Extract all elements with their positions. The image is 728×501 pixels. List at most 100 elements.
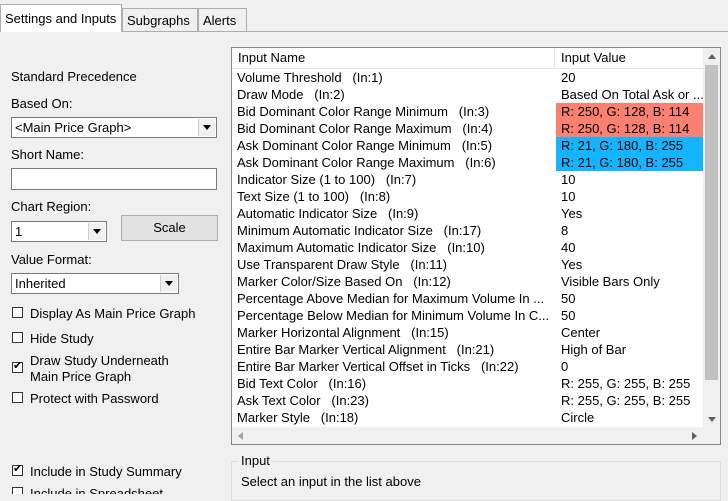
checkbox-box[interactable]: ✔ xyxy=(12,463,23,476)
input-value-cell[interactable]: R: 250, G: 128, B: 114 xyxy=(556,120,704,137)
table-row[interactable]: Indicator Size (1 to 100) (In:7) 10 xyxy=(232,171,704,188)
table-row[interactable]: Bid Text Color (In:16) R: 255, G: 255, B:… xyxy=(232,375,704,392)
input-value-cell[interactable]: 20 xyxy=(556,69,704,86)
scroll-thumb[interactable] xyxy=(705,65,718,380)
check-mark-icon: ✔ xyxy=(13,360,23,372)
checkbox-box[interactable]: ✔ xyxy=(12,360,23,373)
table-row[interactable]: Maximum Automatic Indicator Size (In:10)… xyxy=(232,239,704,256)
input-name-cell: Automatic Indicator Size (In:9) xyxy=(237,206,419,221)
input-name-cell: Bid Dominant Color Range Maximum (In:4) xyxy=(237,121,493,136)
input-value-cell[interactable]: Based On Total Ask or ... xyxy=(556,86,704,103)
value-format-select[interactable]: Inherited xyxy=(11,273,179,294)
scroll-right-icon[interactable] xyxy=(692,432,697,440)
input-value-cell[interactable]: R: 21, G: 180, B: 255 xyxy=(556,137,704,154)
input-value-cell[interactable]: 50 xyxy=(556,307,704,324)
input-name-cell: Bid Dominant Color Range Minimum (In:3) xyxy=(237,104,490,119)
checkbox-label: Hide Study xyxy=(30,331,94,346)
input-name-cell: Marker Color/Size Based On (In:12) xyxy=(237,274,451,289)
tab-alerts[interactable]: Alerts xyxy=(198,8,247,31)
table-row[interactable]: Marker Style (In:18) Circle xyxy=(232,409,704,426)
display-as-main-price-graph-checkbox[interactable]: Display As Main Price Graph xyxy=(12,306,222,322)
scrollbar-corner xyxy=(703,427,720,444)
checkbox-box[interactable] xyxy=(12,392,23,403)
table-row[interactable]: Minimum Automatic Indicator Size (In:17)… xyxy=(232,222,704,239)
column-header-input-value[interactable]: Input Value xyxy=(555,48,704,68)
vertical-scrollbar[interactable] xyxy=(703,48,720,428)
input-hint: Select an input in the list above xyxy=(241,474,421,489)
hide-study-checkbox[interactable]: Hide Study xyxy=(12,331,222,347)
protect-with-password-checkbox[interactable]: Protect with Password xyxy=(12,391,222,407)
input-name-cell: Percentage Below Median for Minimum Volu… xyxy=(237,308,550,323)
input-value-cell[interactable]: Circle xyxy=(556,409,704,426)
chevron-down-icon[interactable] xyxy=(160,275,177,292)
table-row[interactable]: Entire Bar Marker Vertical Offset in Tic… xyxy=(232,358,704,375)
table-row[interactable]: Bid Dominant Color Range Maximum (In:4) R… xyxy=(232,120,704,137)
based-on-select[interactable]: <Main Price Graph> xyxy=(11,117,217,138)
checkbox-label: Include in Spreadsheet xyxy=(30,486,163,494)
input-name-cell: Draw Mode (In:2) xyxy=(237,87,345,102)
horizontal-scrollbar[interactable] xyxy=(232,427,703,444)
include-in-spreadsheet-checkbox[interactable]: Include in Spreadsheet xyxy=(12,486,222,494)
column-header-input-name[interactable]: Input Name xyxy=(232,48,555,68)
input-value-cell[interactable]: Visible Bars Only xyxy=(556,273,704,290)
inputs-list[interactable]: Input Name Input Value Volume Threshold … xyxy=(231,47,721,445)
tab-subgraphs[interactable]: Subgraphs xyxy=(122,8,198,31)
checkbox-box[interactable] xyxy=(12,332,23,343)
input-value-cell[interactable]: R: 255, G: 255, B: 255 xyxy=(556,392,704,409)
checkbox-box[interactable] xyxy=(12,307,23,318)
input-value-cell[interactable]: R: 21, G: 180, B: 255 xyxy=(556,154,704,171)
table-row[interactable]: Draw Mode (In:2) Based On Total Ask or ..… xyxy=(232,86,704,103)
checkbox-label: Include in Study Summary xyxy=(30,464,182,479)
scale-button[interactable]: Scale xyxy=(121,215,218,241)
input-value-cell[interactable]: 10 xyxy=(556,188,704,205)
table-row[interactable]: Percentage Above Median for Maximum Volu… xyxy=(232,290,704,307)
input-name-cell: Bid Text Color (In:16) xyxy=(237,376,367,391)
input-name-cell: Minimum Automatic Indicator Size (In:17) xyxy=(237,223,482,238)
table-row[interactable]: Automatic Indicator Size (In:9) Yes xyxy=(232,205,704,222)
input-name-cell: Entire Bar Marker Vertical Offset in Tic… xyxy=(237,359,519,374)
chart-region-select[interactable]: 1 xyxy=(11,221,107,242)
input-name-cell: Indicator Size (1 to 100) (In:7) xyxy=(237,172,417,187)
input-groupbox: Input Select an input in the list above xyxy=(231,453,721,501)
table-row[interactable]: Use Transparent Draw Style (In:11) Yes xyxy=(232,256,704,273)
input-name-cell: Use Transparent Draw Style (In:11) xyxy=(237,257,448,272)
input-name-cell: Ask Dominant Color Range Minimum (In:5) xyxy=(237,138,493,153)
value-format-value: Inherited xyxy=(15,276,66,291)
input-value-cell[interactable]: Center xyxy=(556,324,704,341)
input-value-cell[interactable]: R: 255, G: 255, B: 255 xyxy=(556,375,704,392)
table-row[interactable]: Marker Horizontal Alignment (In:15) Cente… xyxy=(232,324,704,341)
input-value-cell[interactable]: R: 250, G: 128, B: 114 xyxy=(556,103,704,120)
input-value-cell[interactable]: High of Bar xyxy=(556,341,704,358)
short-name-label: Short Name: xyxy=(11,147,84,162)
table-row[interactable]: Marker Color/Size Based On (In:12) Visibl… xyxy=(232,273,704,290)
input-value-cell[interactable]: 40 xyxy=(556,239,704,256)
include-in-study-summary-checkbox[interactable]: ✔ Include in Study Summary xyxy=(12,463,222,480)
input-value-cell[interactable]: Yes xyxy=(556,256,704,273)
table-row[interactable]: Volume Threshold (In:1) 20 xyxy=(232,69,704,86)
table-row[interactable]: Ask Text Color (In:23) R: 255, G: 255, B:… xyxy=(232,392,704,409)
input-value-cell[interactable]: 8 xyxy=(556,222,704,239)
input-value-cell[interactable]: 50 xyxy=(556,290,704,307)
input-value-cell[interactable]: Yes xyxy=(556,205,704,222)
input-value-cell[interactable]: 0 xyxy=(556,358,704,375)
scroll-up-icon[interactable] xyxy=(708,54,716,59)
draw-study-underneath-checkbox[interactable]: ✔ Draw Study Underneath Main Price Graph xyxy=(12,353,222,385)
tab-settings-and-inputs[interactable]: Settings and Inputs xyxy=(0,4,122,32)
chart-region-value: 1 xyxy=(15,224,23,239)
table-row[interactable]: Bid Dominant Color Range Minimum (In:3) R… xyxy=(232,103,704,120)
table-row[interactable]: Text Size (1 to 100) (In:8) 10 xyxy=(232,188,704,205)
short-name-input[interactable] xyxy=(11,168,217,190)
table-row[interactable]: Percentage Below Median for Minimum Volu… xyxy=(232,307,704,324)
chart-region-label: Chart Region: xyxy=(11,199,92,214)
table-row[interactable]: Ask Dominant Color Range Maximum (In:6) R… xyxy=(232,154,704,171)
scroll-down-icon[interactable] xyxy=(708,417,716,422)
checkbox-box[interactable] xyxy=(12,487,23,494)
scroll-left-icon[interactable] xyxy=(238,432,243,440)
chevron-down-icon[interactable] xyxy=(198,119,215,136)
chevron-down-icon[interactable] xyxy=(88,223,105,240)
list-header: Input Name Input Value xyxy=(232,48,704,69)
table-row[interactable]: Ask Dominant Color Range Minimum (In:5) R… xyxy=(232,137,704,154)
table-row[interactable]: Entire Bar Marker Vertical Alignment (In… xyxy=(232,341,704,358)
input-group-legend: Input xyxy=(238,453,273,468)
input-value-cell[interactable]: 10 xyxy=(556,171,704,188)
